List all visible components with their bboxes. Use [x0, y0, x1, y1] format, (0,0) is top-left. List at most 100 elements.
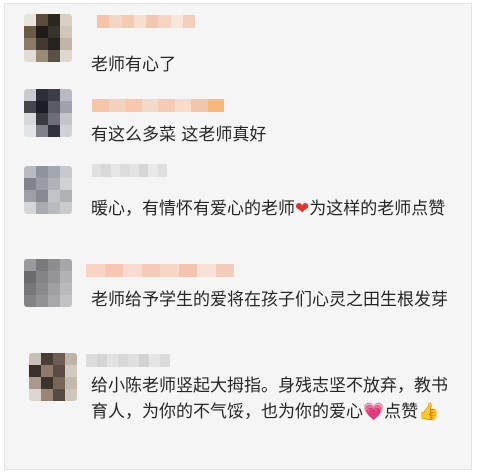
- avatar-pixel: [29, 377, 41, 389]
- avatar-pixel: [36, 202, 48, 214]
- nickname-pixel: [109, 15, 122, 28]
- nickname-pixel: [92, 99, 109, 112]
- avatar-pixel: [65, 389, 77, 401]
- nickname[interactable]: [86, 264, 234, 277]
- avatar-pixel: [36, 50, 48, 62]
- nickname[interactable]: [92, 99, 224, 112]
- avatar-pixel: [24, 202, 36, 214]
- nickname-pixel: [157, 164, 167, 177]
- pink-heart-icon: 💗: [363, 402, 385, 422]
- nickname-pixel: [107, 354, 118, 367]
- nickname-pixel: [101, 164, 111, 177]
- avatar-pixel: [53, 377, 65, 389]
- nickname-pixel: [215, 264, 234, 277]
- nickname-pixel: [133, 15, 146, 28]
- avatar-pixel: [24, 101, 36, 113]
- avatar-pixel: [60, 89, 72, 101]
- avatar-pixel: [36, 125, 48, 137]
- comment-text: 老师有心了: [91, 55, 176, 75]
- nickname-pixel: [174, 99, 191, 112]
- avatar-pixel: [60, 38, 72, 50]
- avatar-pixel: [24, 50, 36, 62]
- avatar-pixel: [60, 190, 72, 202]
- comment-text-part: 为这样的老师点赞: [309, 199, 446, 219]
- avatar-pixel: [24, 295, 36, 307]
- comment-text-part: 点赞: [384, 402, 419, 422]
- avatar-pixel: [24, 38, 36, 50]
- nickname-pixel: [86, 264, 105, 277]
- nickname-pixel: [178, 264, 197, 277]
- avatar-pixel: [29, 389, 41, 401]
- nickname[interactable]: [86, 354, 170, 367]
- avatar-pixel: [48, 166, 60, 178]
- avatar-pixel: [41, 365, 53, 377]
- avatar[interactable]: [24, 89, 72, 137]
- nickname-pixel: [86, 354, 97, 367]
- nickname-pixel: [141, 264, 160, 277]
- avatar[interactable]: [24, 14, 72, 62]
- avatar-pixel: [41, 389, 53, 401]
- red-heart-icon: ❤: [295, 199, 310, 219]
- avatar-pixel: [24, 190, 36, 202]
- avatar[interactable]: [29, 353, 77, 401]
- nickname-pixel: [182, 15, 195, 28]
- avatar-pixel: [65, 377, 77, 389]
- nickname-pixel: [170, 15, 183, 28]
- avatar-pixel: [36, 271, 48, 283]
- nickname-pixel: [158, 99, 175, 112]
- avatar-pixel: [60, 202, 72, 214]
- avatar-pixel: [48, 125, 60, 137]
- avatar-pixel: [60, 295, 72, 307]
- avatar-pixel: [65, 365, 77, 377]
- avatar-pixel: [36, 101, 48, 113]
- avatar-pixel: [24, 178, 36, 190]
- nickname[interactable]: [92, 164, 167, 177]
- avatar-pixel: [24, 166, 36, 178]
- avatar-pixel: [24, 14, 36, 26]
- avatar-pixel: [60, 125, 72, 137]
- avatar-pixel: [48, 50, 60, 62]
- avatar[interactable]: [24, 166, 72, 214]
- avatar-pixel: [24, 125, 36, 137]
- avatar-pixel: [48, 202, 60, 214]
- avatar-pixel: [48, 89, 60, 101]
- comment-text-part: 暖心，有情怀有爱心的老师: [91, 199, 295, 219]
- avatar-pixel: [48, 113, 60, 125]
- avatar-pixel: [36, 178, 48, 190]
- comment-text: 老师给予学生的爱将在孩子们心灵之田生根发芽: [91, 290, 448, 310]
- avatar-pixel: [48, 101, 60, 113]
- nickname-pixel: [128, 354, 139, 367]
- avatar[interactable]: [24, 259, 72, 307]
- avatar-pixel: [48, 271, 60, 283]
- nickname-pixel: [146, 15, 159, 28]
- nickname-pixel: [197, 264, 216, 277]
- nickname-pixel: [158, 15, 171, 28]
- avatar-pixel: [36, 38, 48, 50]
- avatar-pixel: [53, 365, 65, 377]
- avatar-pixel: [36, 89, 48, 101]
- nickname-pixel: [121, 15, 134, 28]
- nickname-pixel: [159, 354, 170, 367]
- avatar-pixel: [60, 271, 72, 283]
- nickname-pixel: [129, 164, 139, 177]
- nickname[interactable]: [97, 15, 195, 28]
- avatar-pixel: [36, 295, 48, 307]
- nickname-pixel: [149, 354, 160, 367]
- avatar-pixel: [41, 377, 53, 389]
- avatar-pixel: [29, 353, 41, 365]
- comment-list: 老师有心了 有这么多菜 这老师真好 暖心，有情怀有爱心的老师❤为这样的老师点赞 …: [4, 3, 472, 470]
- avatar-pixel: [48, 295, 60, 307]
- avatar-pixel: [60, 50, 72, 62]
- avatar-pixel: [60, 283, 72, 295]
- avatar-pixel: [36, 259, 48, 271]
- nickname-pixel: [97, 15, 110, 28]
- nickname-pixel: [207, 99, 224, 112]
- avatar-pixel: [24, 89, 36, 101]
- nickname-pixel: [120, 164, 130, 177]
- avatar-pixel: [48, 259, 60, 271]
- nickname-pixel: [110, 164, 121, 177]
- avatar-pixel: [60, 259, 72, 271]
- avatar-pixel: [60, 14, 72, 26]
- nickname-pixel: [123, 264, 142, 277]
- avatar-pixel: [36, 14, 48, 26]
